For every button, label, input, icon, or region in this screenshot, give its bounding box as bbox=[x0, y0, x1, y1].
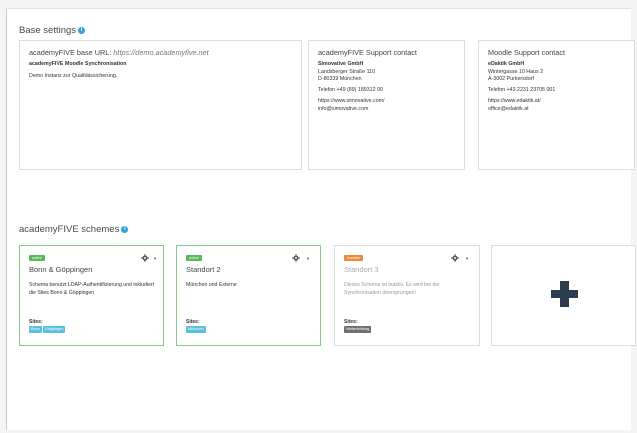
site-tags: München bbox=[186, 326, 206, 333]
base-url-link[interactable]: https://demo.academyfive.net bbox=[113, 48, 208, 57]
add-scheme-button[interactable] bbox=[491, 245, 636, 346]
scheme-description: Dieses Schema ist inaktiv. Es wird bei d… bbox=[344, 282, 440, 296]
chevron-down-icon[interactable]: ▼ bbox=[153, 256, 157, 261]
email-link[interactable]: info@simovative.com bbox=[318, 106, 455, 113]
info-icon[interactable]: i bbox=[78, 27, 86, 34]
site-tag: Göppingen bbox=[42, 326, 66, 333]
site-tags: Weiterbildung bbox=[344, 326, 372, 333]
status-badge: active bbox=[29, 255, 45, 261]
chevron-down-icon[interactable]: ▼ bbox=[306, 256, 310, 261]
sync-name: academyFIVE Moodle Synchronisation bbox=[29, 61, 127, 68]
academyfive-support-card: academyFIVE Support contact Simovative G… bbox=[308, 40, 465, 170]
moodle-support-card: Moodle Support contact eDaktik GmbH Wint… bbox=[478, 40, 635, 170]
scheme-card-bonn[interactable]: active ▼ Bonn & Göppingen Schema benutzt… bbox=[19, 245, 164, 346]
sync-description: Demo Instanz zur Qualitätssicherung. bbox=[29, 72, 118, 79]
scheme-name: Bonn & Göppingen bbox=[29, 265, 93, 274]
base-settings-title: Base settings i bbox=[19, 25, 86, 36]
phone: Telefon +43 2231 23705 001 bbox=[488, 87, 556, 94]
gear-icon[interactable] bbox=[451, 254, 459, 262]
scheme-name: Standort 3 bbox=[344, 265, 379, 274]
academyfive-base-url: academyFIVE base URL: https://demo.acade… bbox=[29, 48, 209, 57]
info-icon[interactable]: i bbox=[121, 226, 129, 233]
schemes-title: academyFIVE schemes i bbox=[19, 224, 129, 235]
web-link[interactable]: https://www.simovative.com/ bbox=[318, 98, 455, 105]
scheme-description: München und Externe bbox=[186, 282, 237, 288]
scheme-description: Schema benutzt LDAP-Authentifizierung un… bbox=[29, 282, 155, 296]
web-link[interactable]: https://www.edaktik.at/ bbox=[488, 98, 625, 105]
scheme-card-standort-3[interactable]: inactive ▼ Standort 3 Dieses Schema ist … bbox=[334, 245, 480, 346]
email-link[interactable]: office@edaktik.at bbox=[488, 106, 625, 113]
gear-icon[interactable] bbox=[141, 254, 149, 262]
main-panel: Base settings i academyFIVE base URL: ht… bbox=[6, 8, 636, 430]
scheme-card-standort-2[interactable]: active ▼ Standort 2 München und Externe … bbox=[176, 245, 321, 346]
site-tag: Weiterbildung bbox=[344, 326, 372, 333]
gear-icon[interactable] bbox=[292, 254, 300, 262]
status-badge: inactive bbox=[344, 255, 363, 261]
academyfive-base-card: academyFIVE base URL: https://demo.acade… bbox=[19, 40, 302, 170]
site-tag: München bbox=[186, 326, 206, 333]
site-tag: Bonn bbox=[29, 326, 42, 333]
card-title: academyFIVE Support contact bbox=[318, 48, 417, 57]
scheme-name: Standort 2 bbox=[186, 265, 221, 274]
status-badge: active bbox=[186, 255, 202, 261]
phone: Telefon +49 (89) 189312 00 bbox=[318, 87, 383, 94]
site-tags: Bonn Göppingen bbox=[29, 326, 66, 333]
chevron-down-icon[interactable]: ▼ bbox=[465, 256, 469, 261]
card-title: Moodle Support contact bbox=[488, 48, 566, 57]
